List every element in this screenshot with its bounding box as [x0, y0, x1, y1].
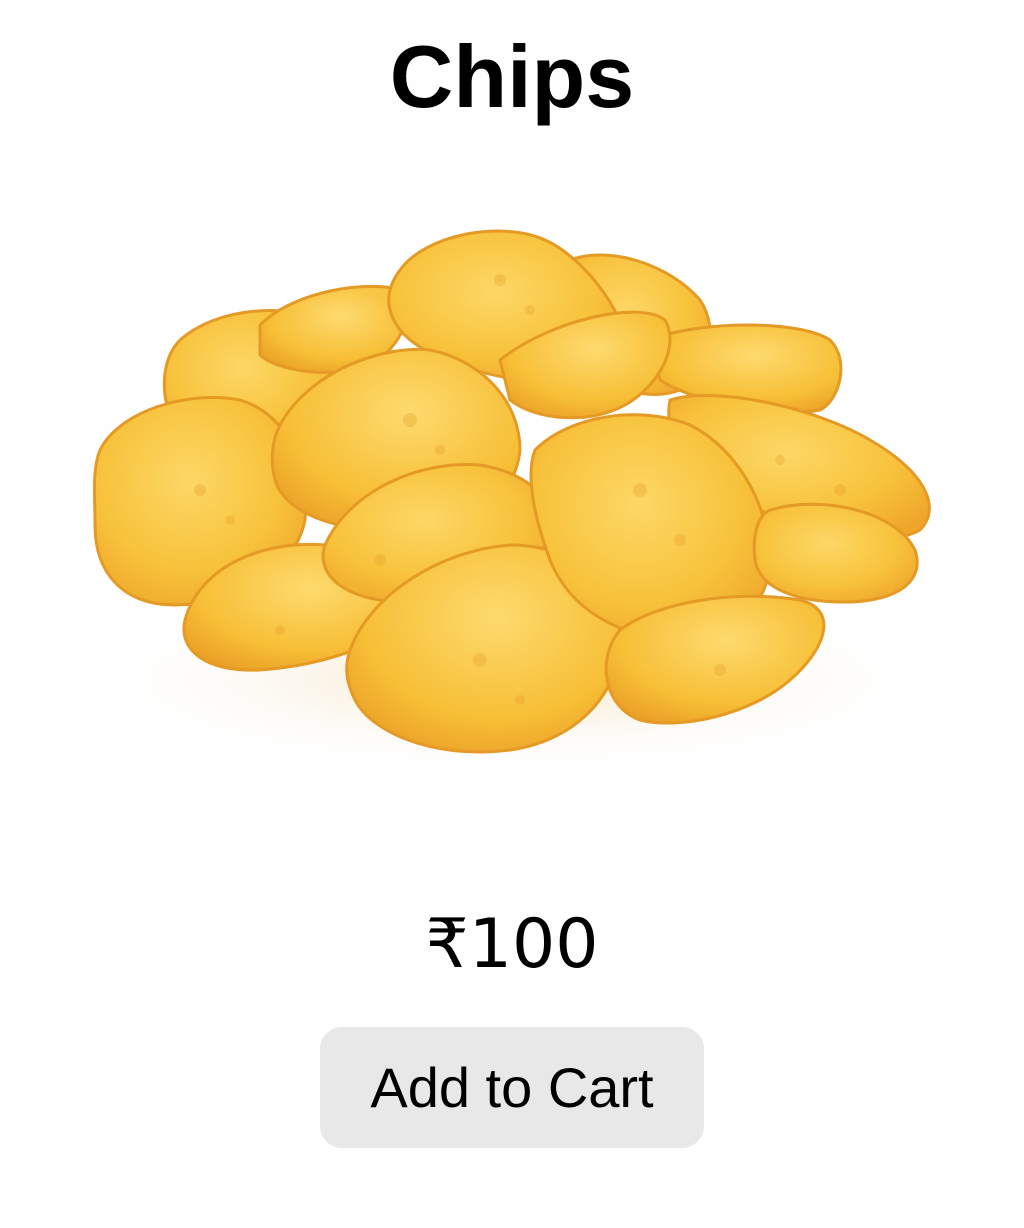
product-price: ₹100 [425, 905, 599, 984]
product-title: Chips [389, 27, 635, 126]
product-page: Chips ₹100 Add to Cart [0, 0, 1024, 1228]
chips-image [90, 229, 931, 770]
add-to-cart-button[interactable]: Add to Cart [320, 1027, 704, 1148]
